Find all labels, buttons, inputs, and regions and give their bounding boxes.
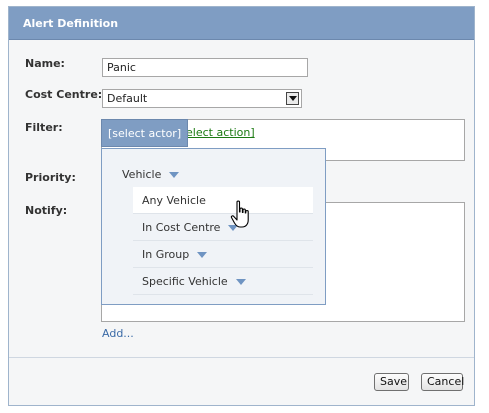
cost-centre-selected-value: Default xyxy=(107,92,148,105)
filter-label: Filter: xyxy=(25,121,63,134)
triangle-down-icon xyxy=(197,252,208,258)
dialog-title: Alert Definition xyxy=(23,17,119,30)
actor-menu-item-label: In Group xyxy=(142,248,190,261)
name-label: Name: xyxy=(25,57,65,70)
footer-divider xyxy=(9,357,474,358)
priority-label: Priority: xyxy=(25,171,76,184)
alert-definition-dialog: Alert Definition Name: Panic Cost Centre… xyxy=(8,6,475,406)
chevron-down-icon[interactable] xyxy=(286,92,299,105)
name-input-value: Panic xyxy=(107,61,136,74)
cost-centre-label: Cost Centre: xyxy=(25,88,103,101)
select-actor-button[interactable]: [select actor] xyxy=(101,119,189,147)
select-actor-label: [select actor] xyxy=(108,127,182,140)
triangle-down-icon xyxy=(235,279,246,285)
actor-menu-item[interactable]: In Group xyxy=(133,241,313,268)
actor-menu-item[interactable]: In Cost Centre xyxy=(133,214,313,241)
actor-menu-item-label: Any Vehicle xyxy=(142,194,206,207)
actor-dropdown-menu: Vehicle Any Vehicle In Cost Centre In Gr… xyxy=(101,148,326,305)
actor-menu-header-vehicle[interactable]: Vehicle xyxy=(113,161,313,188)
cancel-button[interactable]: Cancel xyxy=(421,373,464,391)
actor-menu-header-label: Vehicle xyxy=(122,168,162,181)
add-notify-link[interactable]: Add... xyxy=(102,327,134,340)
actor-menu-item-label: Specific Vehicle xyxy=(142,275,228,288)
actor-menu-item[interactable]: Any Vehicle xyxy=(133,187,313,214)
cost-centre-select[interactable]: Default xyxy=(102,89,302,108)
triangle-down-icon xyxy=(169,172,180,178)
name-input[interactable]: Panic xyxy=(102,58,308,77)
notify-label: Notify: xyxy=(25,204,68,217)
hand-pointer-icon xyxy=(230,200,249,228)
actor-menu-item[interactable]: Specific Vehicle xyxy=(133,268,313,295)
actor-menu-item-label: In Cost Centre xyxy=(142,221,221,234)
save-button[interactable]: Save xyxy=(374,373,409,391)
dialog-titlebar: Alert Definition xyxy=(9,7,474,40)
